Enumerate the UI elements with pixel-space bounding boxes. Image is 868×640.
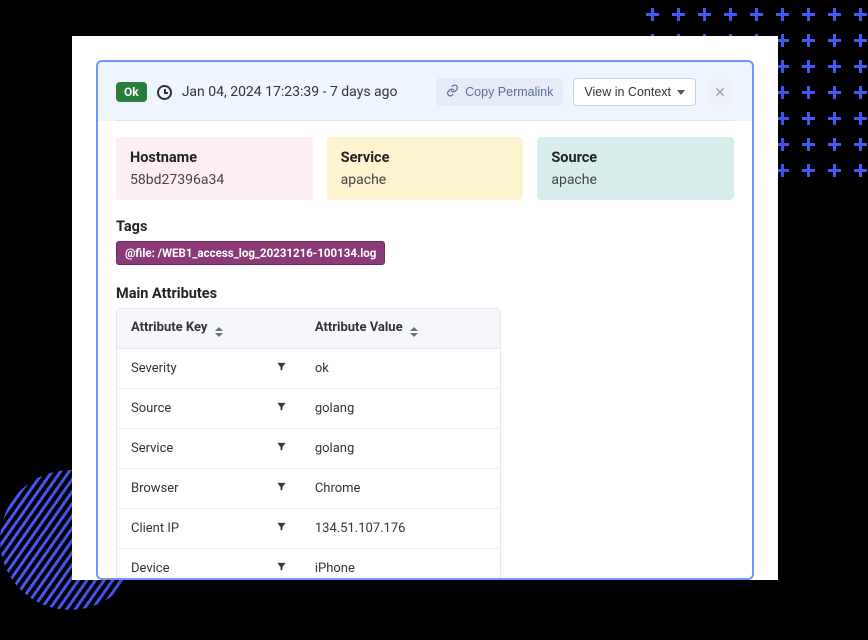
attr-key: Client IP (131, 521, 179, 536)
sort-icon (215, 327, 223, 337)
table-row: Device iPhone (117, 549, 500, 581)
clock-icon (157, 85, 172, 100)
table-row: Service golang (117, 429, 500, 469)
filter-icon[interactable] (276, 521, 287, 536)
attr-value: golang (301, 429, 500, 469)
attr-value: Chrome (301, 469, 500, 509)
status-badge: Ok (116, 82, 147, 102)
close-icon: ✕ (714, 84, 726, 101)
col-attribute-value[interactable]: Attribute Value (301, 309, 500, 349)
attr-value: ok (301, 349, 500, 389)
table-row: Severity ok (117, 349, 500, 389)
col-key-label: Attribute Key (131, 320, 207, 335)
table-row: Client IP 134.51.107.176 (117, 509, 500, 549)
service-card: Service apache (327, 137, 524, 200)
close-button[interactable]: ✕ (706, 78, 734, 106)
attr-key: Service (131, 441, 173, 456)
attributes-table: Attribute Key Attribute Value Severity ok… (116, 308, 501, 580)
filter-icon[interactable] (276, 361, 287, 376)
tags-section-title: Tags (116, 218, 734, 235)
hostname-label: Hostname (130, 149, 299, 166)
filter-icon[interactable] (276, 401, 287, 416)
hostname-value: 58bd27396a34 (130, 172, 299, 188)
filter-icon[interactable] (276, 441, 287, 456)
chevron-down-icon (677, 90, 685, 95)
source-card: Source apache (537, 137, 734, 200)
service-label: Service (341, 149, 510, 166)
service-value: apache (341, 172, 510, 188)
attr-key: Severity (131, 361, 177, 376)
table-row: Source golang (117, 389, 500, 429)
filter-icon[interactable] (276, 561, 287, 576)
link-icon (446, 84, 459, 100)
sort-icon (410, 327, 418, 337)
copy-permalink-button[interactable]: Copy Permalink (436, 78, 563, 106)
hostname-card: Hostname 58bd27396a34 (116, 137, 313, 200)
view-in-context-label: View in Context (584, 85, 671, 99)
attr-value: iPhone (301, 549, 500, 581)
attr-key: Browser (131, 481, 179, 496)
toolbar: Ok Jan 04, 2024 17:23:39 - 7 days ago Co… (116, 78, 734, 121)
main-attributes-title: Main Attributes (116, 285, 734, 302)
attr-key: Device (131, 561, 170, 576)
info-cards-row: Hostname 58bd27396a34 Service apache Sou… (116, 137, 734, 200)
attr-value: 134.51.107.176 (301, 509, 500, 549)
source-label: Source (551, 149, 720, 166)
attr-value: golang (301, 389, 500, 429)
source-value: apache (551, 172, 720, 188)
timestamp-text: Jan 04, 2024 17:23:39 - 7 days ago (182, 84, 426, 100)
tag-pill[interactable]: @file: /WEB1_access_log_20231216-100134.… (116, 241, 385, 265)
view-in-context-button[interactable]: View in Context (573, 78, 696, 106)
copy-permalink-label: Copy Permalink (465, 85, 553, 99)
col-attribute-key[interactable]: Attribute Key (117, 309, 301, 349)
table-row: Browser Chrome (117, 469, 500, 509)
attr-key: Source (131, 401, 171, 416)
col-value-label: Attribute Value (315, 320, 403, 335)
log-detail-panel: Ok Jan 04, 2024 17:23:39 - 7 days ago Co… (96, 60, 754, 580)
filter-icon[interactable] (276, 481, 287, 496)
outer-card: Ok Jan 04, 2024 17:23:39 - 7 days ago Co… (72, 36, 778, 580)
